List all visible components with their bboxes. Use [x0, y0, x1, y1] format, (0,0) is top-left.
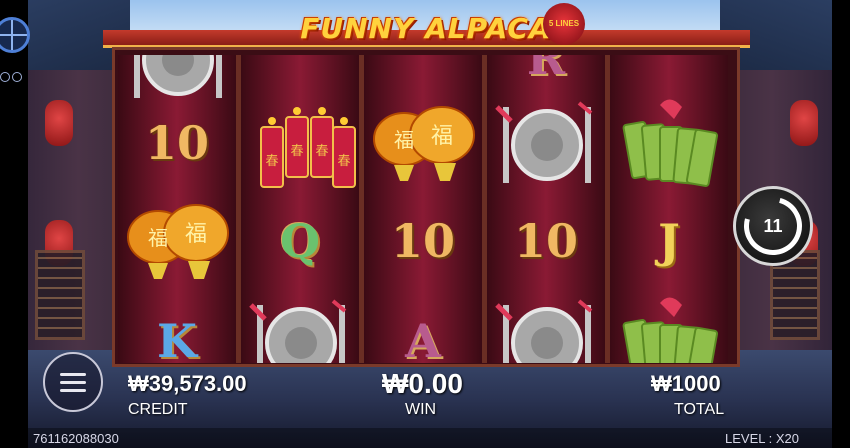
bottom-strip [0, 428, 850, 448]
svg-text:春: 春 [290, 144, 303, 159]
symbol-letter: 10 [487, 195, 605, 287]
total-value: ₩1000 [651, 371, 721, 396]
lanterns-symbol: 福福 [118, 195, 236, 287]
symbol-text: A [405, 314, 441, 363]
symbol-text: Q [279, 214, 321, 268]
reel-3: 福福 10 A [364, 55, 482, 363]
gong-symbol [487, 97, 605, 189]
gong-symbol [241, 295, 359, 363]
credit-label: CREDIT [128, 401, 188, 418]
win-label: WIN [405, 401, 437, 418]
svg-text:福: 福 [431, 124, 453, 149]
menu-icon [60, 372, 86, 376]
symbol-text: K [157, 314, 197, 363]
gong-symbol [487, 295, 605, 363]
circle-icon[interactable] [12, 72, 22, 82]
lines-badge: 5 LINES [543, 3, 585, 45]
lanterns-symbol: 福福 [364, 97, 482, 189]
symbol-text: 10 [390, 214, 455, 268]
autospin-count: 11 [763, 215, 783, 236]
symbol-text: 10 [513, 214, 578, 268]
svg-text:福: 福 [185, 222, 207, 247]
symbol-text: J [658, 214, 680, 268]
reel-5: J [610, 55, 728, 363]
reels-frame: 10 福福 K 春春春春 Q 福福 10 A R 10 J [112, 47, 740, 367]
lines-badge-label: 5 LINES [548, 19, 580, 28]
mini-icons-row [0, 72, 22, 82]
game-title: FUNNY ALPACA [300, 11, 552, 45]
svg-text:福: 福 [148, 226, 168, 250]
symbol-letter: A [364, 295, 482, 363]
fan-symbol [610, 97, 728, 189]
game-logo: FUNNY ALPACA [290, 6, 562, 50]
reel-1: 10 福福 K [118, 55, 236, 363]
symbol-letter: 10 [364, 195, 482, 287]
svg-text:春: 春 [337, 154, 350, 169]
firecrackers-symbol: 春春春春 [241, 97, 359, 189]
svg-text:春: 春 [265, 154, 278, 169]
svg-text:福: 福 [394, 128, 414, 152]
right-black-bar [832, 0, 850, 448]
symbol-letter: Q [241, 195, 359, 287]
symbol-letter: 10 [118, 97, 236, 189]
left-black-bar [0, 0, 28, 448]
total-label: TOTAL [674, 401, 725, 418]
lattice-window [35, 250, 85, 340]
symbol-text: 10 [144, 116, 209, 170]
level-indicator: LEVEL : X20 [725, 431, 799, 446]
symbol-letter: K [118, 295, 236, 363]
fan-symbol [610, 295, 728, 363]
symbol-text: R [526, 55, 566, 85]
lantern-decoration [790, 100, 818, 146]
svg-text:春: 春 [315, 144, 328, 159]
symbol-letter: J [610, 195, 728, 287]
menu-button[interactable] [43, 352, 103, 412]
win-value: ₩0.00 [382, 368, 463, 399]
reel-4: R 10 [487, 55, 605, 363]
autospin-button[interactable]: 11 [733, 186, 813, 266]
reel-2: 春春春春Q [241, 55, 359, 363]
credit-value: ₩39,573.00 [128, 371, 247, 396]
round-id: 761162088030 [33, 431, 119, 446]
lantern-decoration [45, 100, 73, 146]
circle-icon[interactable] [0, 72, 10, 82]
